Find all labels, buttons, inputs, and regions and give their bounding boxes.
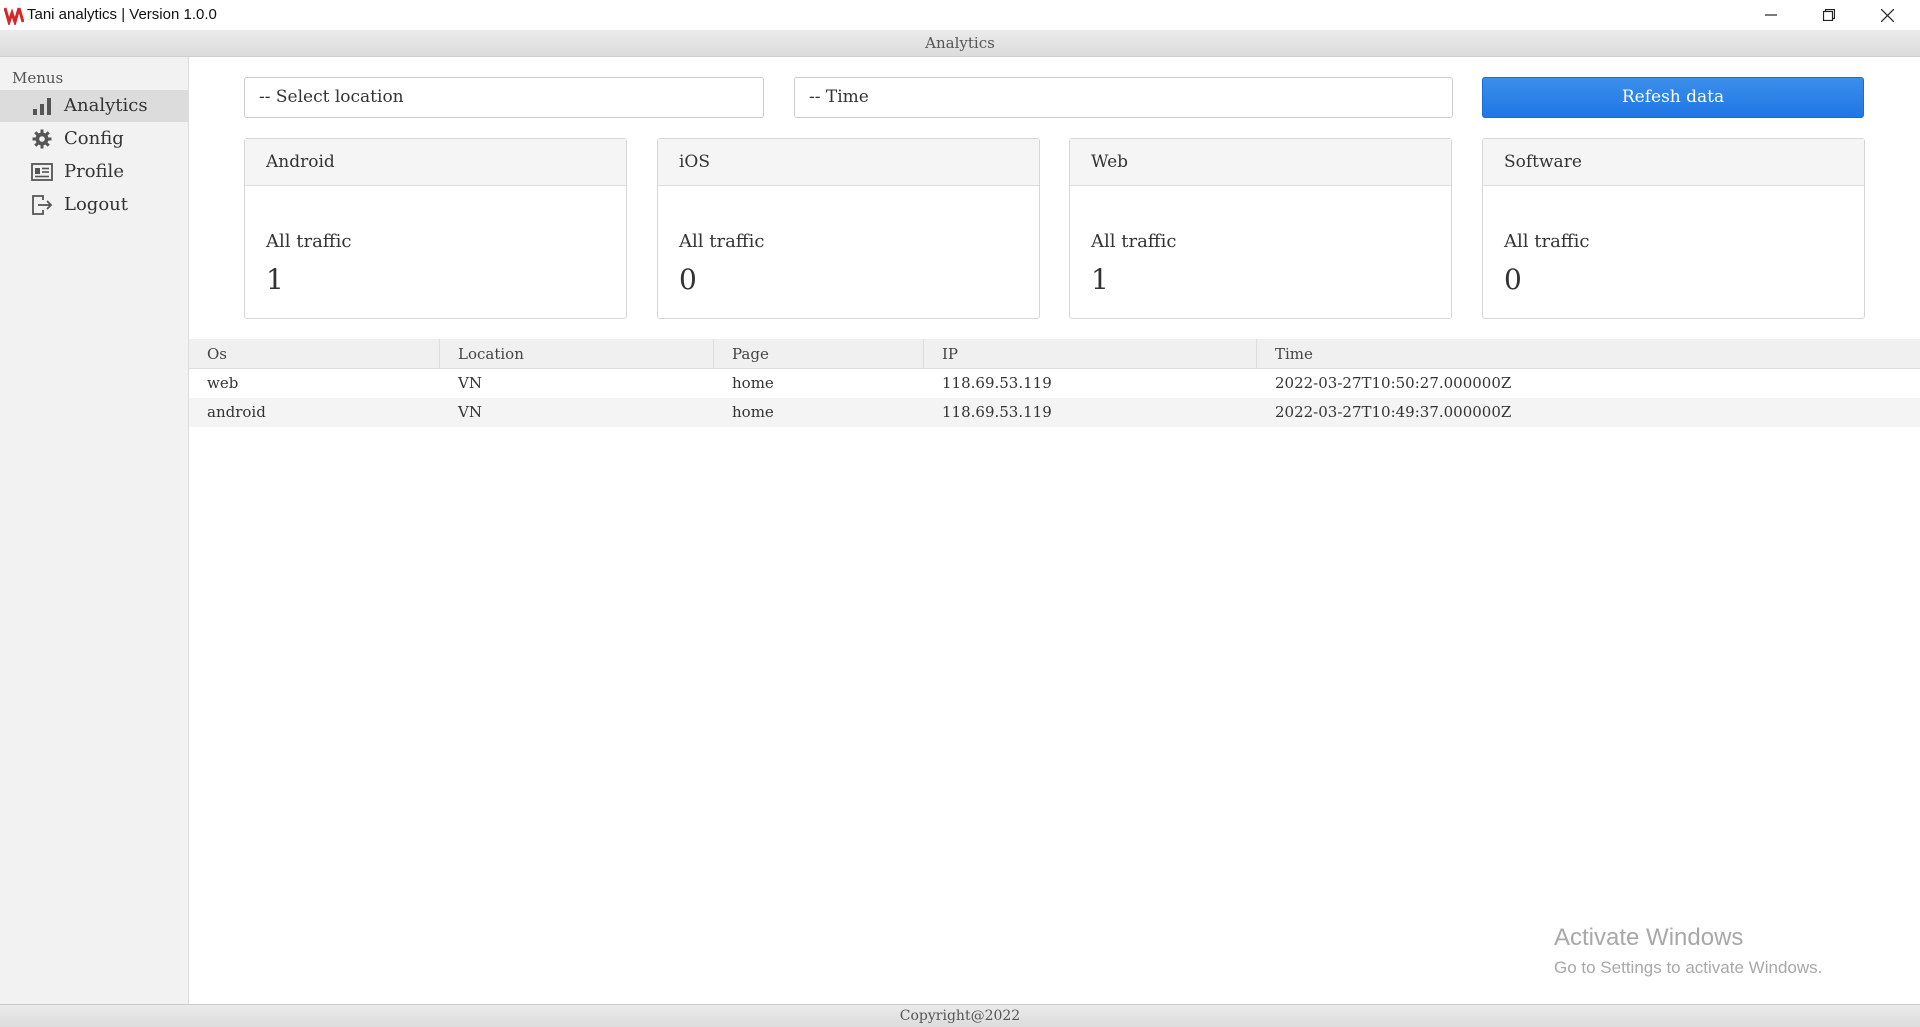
cell-time: 2022-03-27T10:50:27.000000Z <box>1275 374 1512 392</box>
sidebar-item-label: Logout <box>64 194 128 215</box>
column-header-location[interactable]: Location <box>440 339 714 369</box>
window-title: Tani analytics | Version 1.0.0 <box>27 6 217 23</box>
refresh-data-button[interactable]: Refesh data <box>1482 77 1864 118</box>
column-header-ip[interactable]: IP <box>924 339 1257 369</box>
restore-button[interactable] <box>1800 0 1858 30</box>
card-value: 1 <box>266 263 284 296</box>
card-label: All traffic <box>1091 231 1177 252</box>
time-select-value: -- Time <box>809 87 869 107</box>
sidebar-item-logout[interactable]: Logout <box>0 189 188 221</box>
minimize-icon <box>1765 14 1777 16</box>
sidebar-item-label: Analytics <box>64 95 148 116</box>
time-select[interactable]: -- Time <box>794 77 1453 118</box>
footer: Copyright@2022 <box>0 1004 1920 1027</box>
location-select[interactable]: -- Select location <box>244 77 764 118</box>
cell-time: 2022-03-27T10:49:37.000000Z <box>1275 403 1512 421</box>
logout-icon <box>31 195 53 215</box>
card-value: 0 <box>679 263 697 296</box>
gear-icon <box>31 129 53 149</box>
page-title: Analytics <box>925 34 995 52</box>
card-title: Web <box>1070 139 1451 186</box>
web-traffic-card: Web All traffic 1 <box>1069 138 1452 319</box>
card-value: 1 <box>1091 263 1109 296</box>
watermark-title: Activate Windows <box>1554 924 1744 951</box>
location-select-value: -- Select location <box>259 87 404 107</box>
copyright-text: Copyright@2022 <box>899 1008 1021 1024</box>
app-logo-icon <box>4 7 24 25</box>
cell-location: VN <box>458 403 482 421</box>
column-header-page[interactable]: Page <box>714 339 924 369</box>
card-value: 0 <box>1504 263 1522 296</box>
activate-windows-watermark: Activate Windows Go to Settings to activ… <box>1554 924 1822 978</box>
cell-page: home <box>732 403 774 421</box>
close-button[interactable] <box>1858 0 1916 30</box>
watermark-subtitle: Go to Settings to activate Windows. <box>1554 958 1823 977</box>
column-header-os[interactable]: Os <box>189 339 440 369</box>
sidebar-item-config[interactable]: Config <box>0 123 188 155</box>
traffic-table: Os Location Page IP Time web VN home 118… <box>189 339 1920 427</box>
cell-page: home <box>732 374 774 392</box>
cell-ip: 118.69.53.119 <box>942 403 1052 421</box>
column-header-time[interactable]: Time <box>1257 339 1920 369</box>
table-row[interactable]: web VN home 118.69.53.119 2022-03-27T10:… <box>189 369 1920 398</box>
cell-os: web <box>207 374 239 392</box>
sidebar-section-label: Menus <box>12 69 64 87</box>
window-titlebar: Tani analytics | Version 1.0.0 <box>0 0 1920 30</box>
table-header: Os Location Page IP Time <box>189 339 1920 369</box>
card-title: Android <box>245 139 626 186</box>
bar-chart-icon <box>31 96 53 116</box>
minimize-button[interactable] <box>1742 0 1800 30</box>
software-traffic-card: Software All traffic 0 <box>1482 138 1865 319</box>
close-icon <box>1880 8 1894 22</box>
card-title: Software <box>1483 139 1864 186</box>
android-traffic-card: Android All traffic 1 <box>244 138 627 319</box>
cell-location: VN <box>458 374 482 392</box>
sidebar-item-label: Config <box>64 128 124 149</box>
cell-ip: 118.69.53.119 <box>942 374 1052 392</box>
cell-os: android <box>207 403 266 421</box>
card-label: All traffic <box>266 231 352 252</box>
ios-traffic-card: iOS All traffic 0 <box>657 138 1040 319</box>
sidebar: Menus Analytics Config Profile Logout <box>0 57 189 1004</box>
profile-card-icon <box>31 162 53 182</box>
sidebar-item-label: Profile <box>64 161 124 182</box>
card-title: iOS <box>658 139 1039 186</box>
sidebar-item-analytics[interactable]: Analytics <box>0 90 188 122</box>
page-header: Analytics <box>0 30 1920 57</box>
sidebar-item-profile[interactable]: Profile <box>0 156 188 188</box>
card-label: All traffic <box>1504 231 1590 252</box>
table-row[interactable]: android VN home 118.69.53.119 2022-03-27… <box>189 398 1920 427</box>
card-label: All traffic <box>679 231 765 252</box>
restore-icon <box>1823 9 1835 21</box>
